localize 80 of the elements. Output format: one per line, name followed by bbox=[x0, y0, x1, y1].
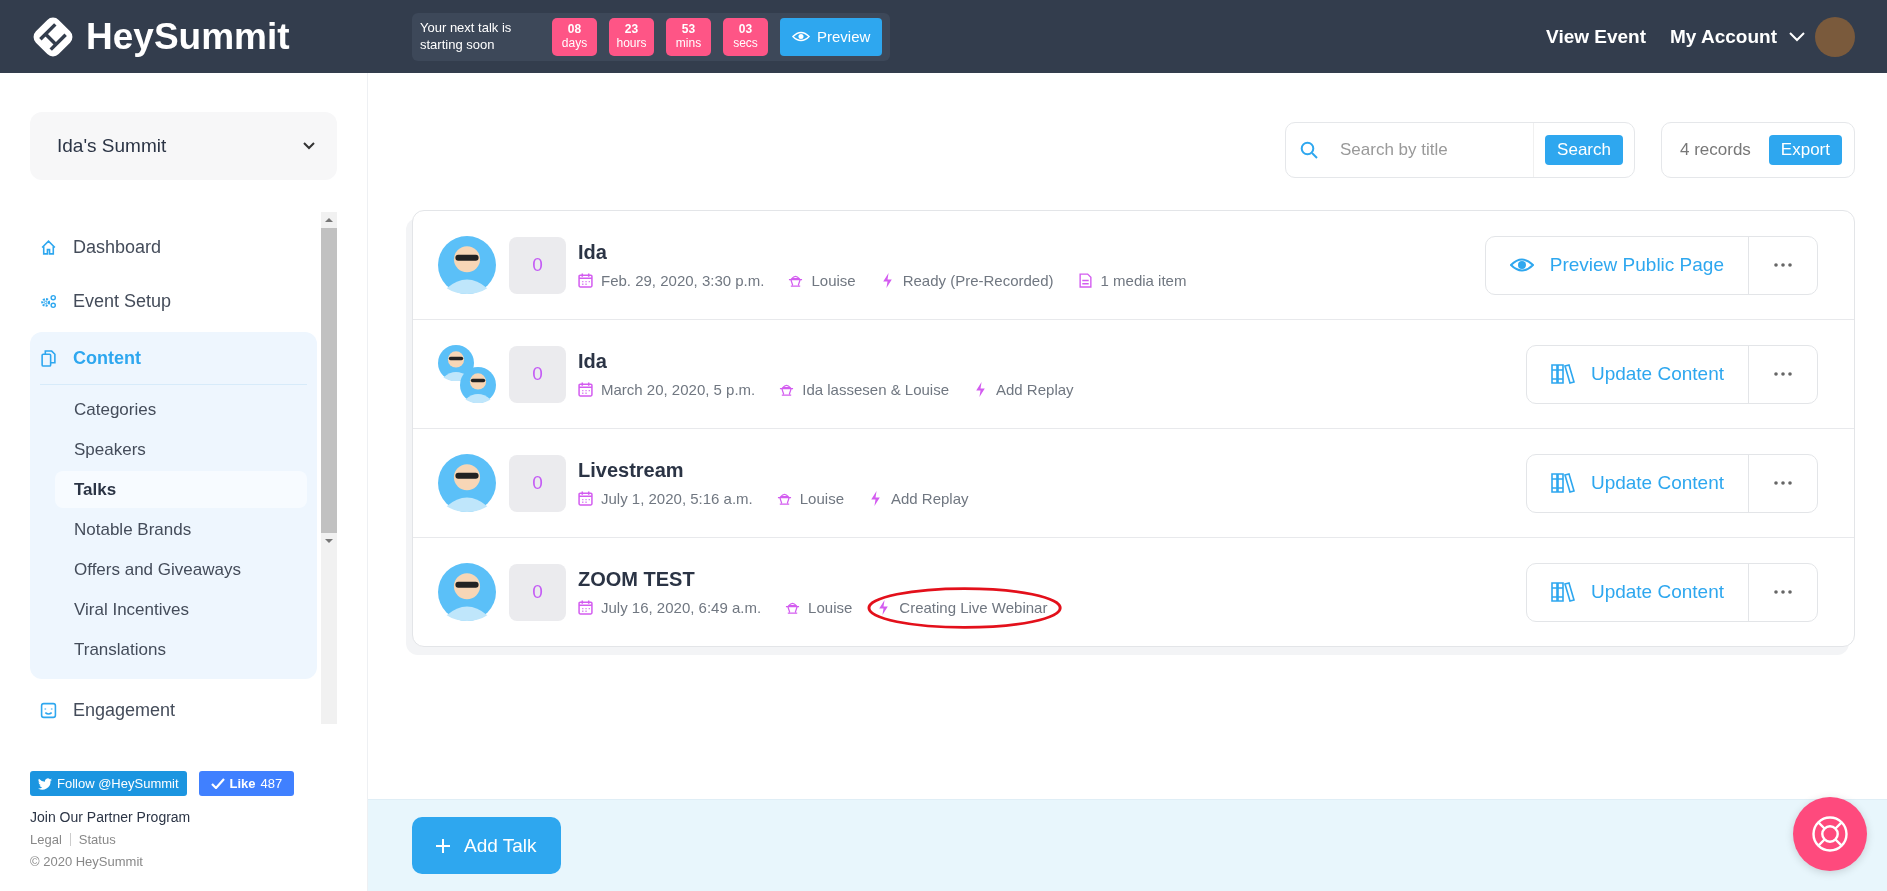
smiley-icon bbox=[40, 701, 57, 719]
calendar-icon bbox=[578, 273, 593, 288]
podium-icon bbox=[788, 273, 804, 288]
books-icon bbox=[1550, 582, 1575, 602]
nav-subitem[interactable]: Offers and Giveaways bbox=[55, 551, 307, 588]
talk-meta-text: 1 media item bbox=[1100, 272, 1187, 289]
calendar-icon bbox=[578, 382, 593, 397]
countdown-unit: 23 hours bbox=[609, 17, 654, 56]
count-badge: 0 bbox=[509, 563, 566, 621]
logo-text: HeySummit bbox=[86, 15, 290, 58]
partner-program-link[interactable]: Join Our Partner Program bbox=[30, 809, 337, 825]
records-count: 4 records bbox=[1680, 140, 1751, 160]
nav-item[interactable]: Engagement bbox=[30, 683, 317, 724]
podium-icon bbox=[776, 491, 792, 506]
calendar-icon bbox=[578, 491, 593, 506]
calendar-icon bbox=[578, 600, 593, 615]
avatar-icon bbox=[438, 454, 496, 512]
scrollbar[interactable] bbox=[321, 212, 337, 724]
count-badge: 0 bbox=[509, 454, 566, 512]
avatar-icon bbox=[438, 563, 496, 621]
nav-subitem[interactable]: Speakers bbox=[55, 431, 307, 468]
countdown-unit: 08 days bbox=[552, 17, 597, 56]
podium-icon bbox=[779, 382, 795, 397]
account-menu[interactable]: My Account bbox=[1670, 25, 1805, 48]
talk-meta-text: Louise bbox=[808, 599, 853, 616]
talk-meta-text: July 1, 2020, 5:16 a.m. bbox=[601, 490, 753, 507]
books-icon bbox=[1550, 364, 1575, 384]
countdown-unit: 03 secs bbox=[723, 17, 768, 56]
home-icon bbox=[40, 238, 57, 256]
talk-meta-text: Add Replay bbox=[996, 381, 1074, 398]
ellipsis-icon bbox=[1774, 372, 1792, 376]
nav-subitem[interactable]: Talks bbox=[55, 471, 307, 508]
talk-meta-text: Louise bbox=[799, 490, 844, 507]
nav-item[interactable]: Dashboard bbox=[30, 220, 317, 274]
talk-meta-text: Ida lassesen & Louise bbox=[802, 381, 949, 398]
countdown-unit: 53 mins bbox=[666, 17, 711, 56]
chevron-down-icon bbox=[1789, 31, 1805, 42]
copyright-text: © 2020 HeySummit bbox=[30, 854, 144, 869]
count-badge: 0 bbox=[509, 236, 566, 294]
ellipsis-icon bbox=[1774, 590, 1792, 594]
talk-title[interactable]: Ida bbox=[578, 350, 1074, 373]
copy-icon bbox=[40, 349, 57, 367]
talk-meta-text: Creating Live Webinar bbox=[899, 599, 1048, 616]
chevron-down-icon bbox=[303, 142, 315, 150]
status-link[interactable]: Status bbox=[78, 832, 116, 847]
view-event-link[interactable]: View Event bbox=[1546, 25, 1647, 48]
legal-link[interactable]: Legal bbox=[30, 832, 62, 847]
like-button[interactable]: Like 487 bbox=[198, 771, 295, 796]
lightning-icon bbox=[973, 382, 988, 397]
talk-meta-text: March 20, 2020, 5 p.m. bbox=[601, 381, 756, 398]
nav-item[interactable]: Event Setup bbox=[30, 274, 317, 328]
eye-icon bbox=[792, 31, 810, 42]
count-badge: 0 bbox=[509, 345, 566, 403]
avatar-icon bbox=[460, 367, 496, 403]
avatar-icon bbox=[438, 236, 496, 294]
search-icon bbox=[1300, 141, 1318, 159]
nav-subitem[interactable]: Translations bbox=[55, 631, 307, 668]
ellipsis-icon bbox=[1774, 263, 1792, 267]
countdown-label: Your next talk is starting soon bbox=[420, 20, 513, 53]
check-icon bbox=[210, 778, 225, 789]
talk-meta-text: July 16, 2020, 6:49 a.m. bbox=[601, 599, 762, 616]
talk-title[interactable]: Ida bbox=[578, 241, 1187, 264]
talk-title[interactable]: Livestream bbox=[578, 459, 969, 482]
summit-selector[interactable]: Ida's Summit bbox=[30, 112, 337, 180]
nav-subitem[interactable]: Categories bbox=[55, 391, 307, 428]
nav-subitem[interactable]: Notable Brands bbox=[55, 511, 307, 548]
podium-icon bbox=[785, 600, 801, 615]
nav-subitem[interactable]: Viral Incentives bbox=[55, 591, 307, 628]
talk-meta-text: Feb. 29, 2020, 3:30 p.m. bbox=[601, 272, 765, 289]
plus-icon bbox=[436, 838, 450, 853]
talk-meta-text: Louise bbox=[811, 272, 856, 289]
gears-icon bbox=[40, 292, 57, 310]
talk-meta-text: Add Replay bbox=[890, 490, 969, 507]
ellipsis-icon bbox=[1774, 481, 1792, 485]
talk-meta-text: Ready (Pre-Recorded) bbox=[902, 272, 1054, 289]
bird-icon bbox=[38, 777, 52, 790]
profile-photo-placeholder[interactable] bbox=[1815, 16, 1855, 57]
document-icon bbox=[1077, 273, 1093, 288]
talk-title[interactable]: ZOOM TEST bbox=[578, 568, 1048, 591]
books-icon bbox=[1550, 473, 1575, 493]
